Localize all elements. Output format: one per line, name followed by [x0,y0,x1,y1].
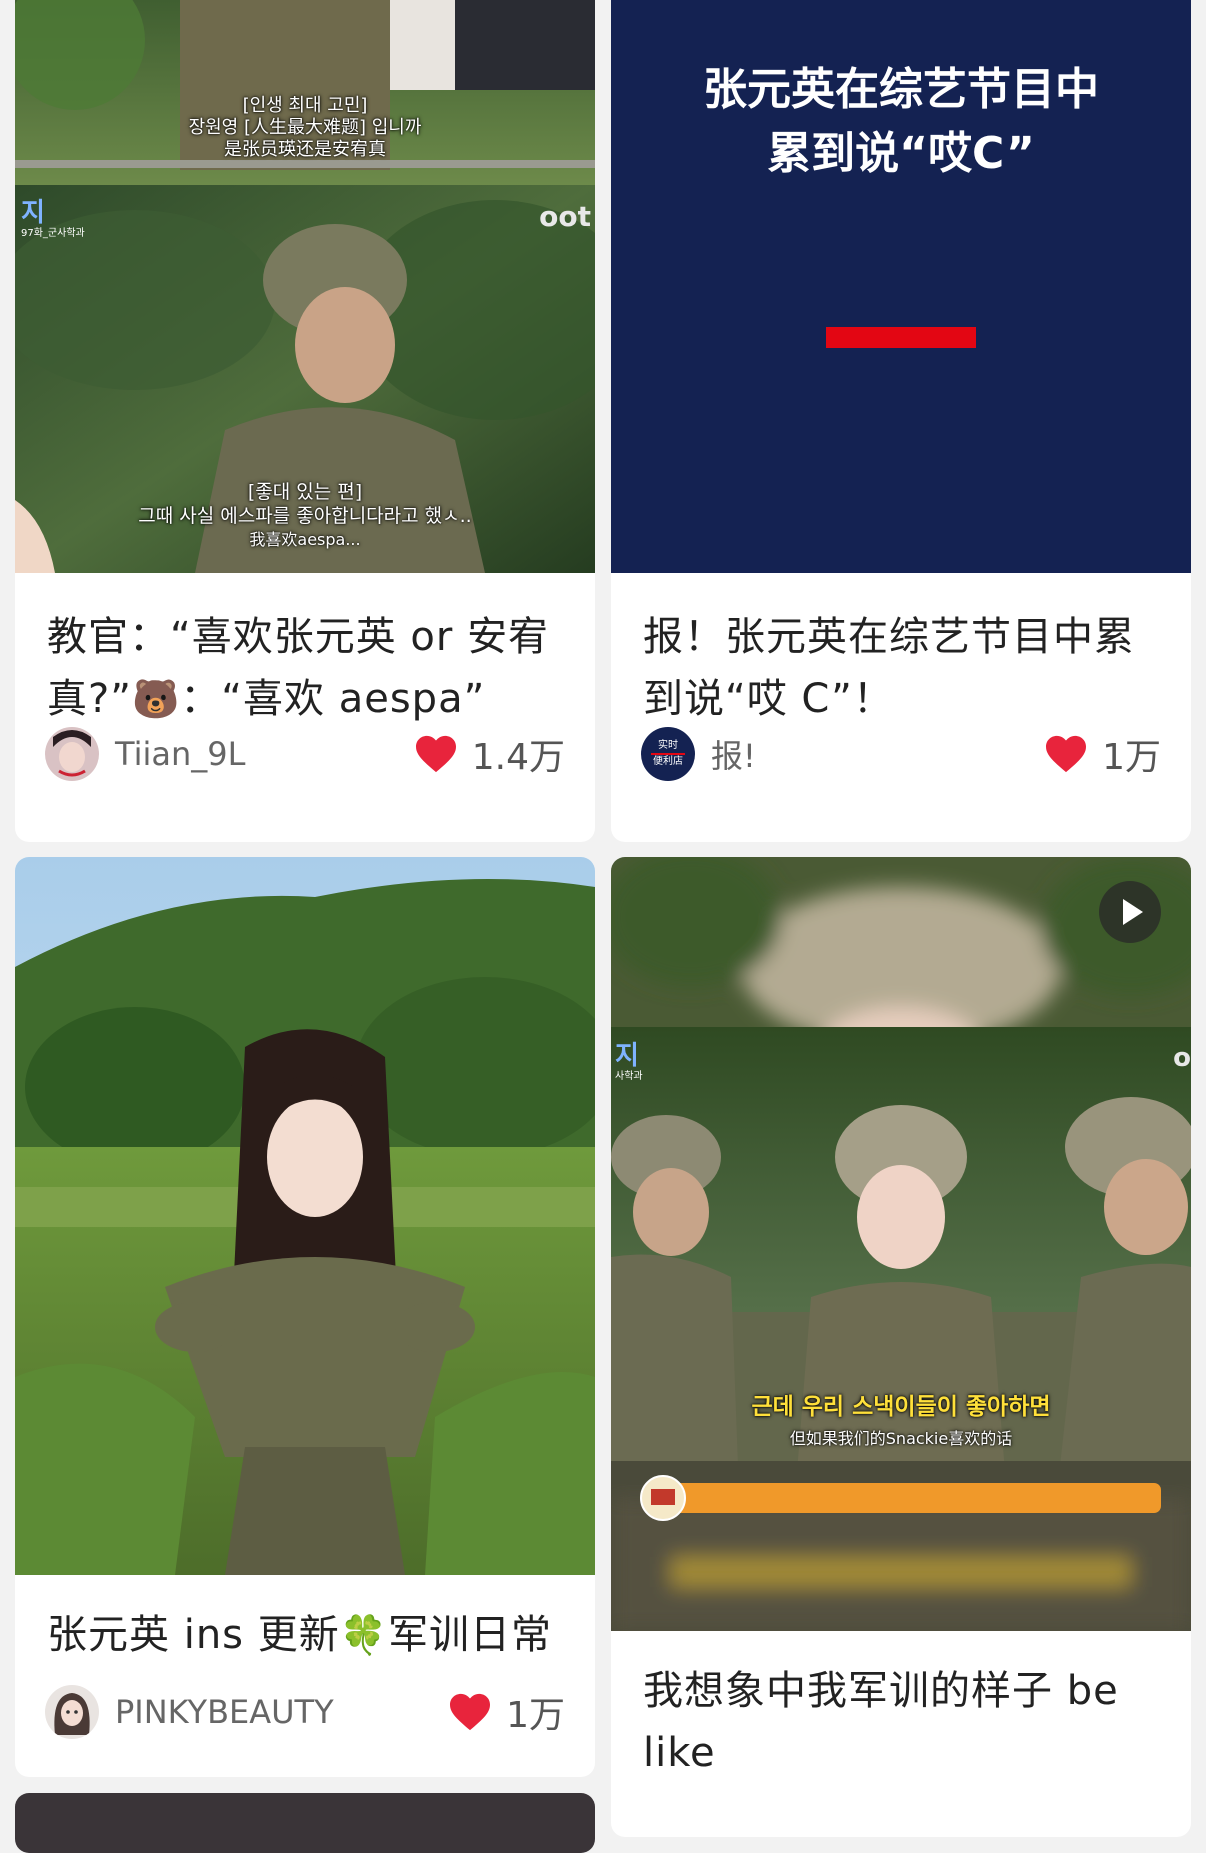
card-2-like-button[interactable]: 1万 [1044,728,1161,780]
card-1-corner-sub: 97화_군사학과 [21,228,85,239]
card-4-title[interactable]: 我想象中我军训的样子 be like [643,1660,1167,1784]
card-2-red-bar [826,327,976,348]
card-1-image[interactable]: [인생 최대 고민] 장원영 [人生最大难题] 입니까 是张员瑛还是安宥真 지 … [15,0,595,573]
heart-icon [415,735,456,773]
card-3-avatar[interactable] [45,1685,99,1739]
heart-icon [450,1693,491,1731]
card-3-title-text-a: 张元英 ins 更新 [47,1612,340,1658]
card-1-author[interactable]: Tiian_9L [115,735,414,773]
card-2-poster-line2: 累到说“哎C” [767,128,1035,179]
play-icon [1123,899,1143,925]
card-3-image[interactable] [15,857,595,1575]
card-1-title[interactable]: 教官：“喜欢张元英 or 安宥真?”🐻：“喜欢 aespa” [47,606,571,730]
card-3-like-count: 1万 [506,1695,565,1736]
card-1-title-text-b: ：“喜欢 aespa” [180,676,486,722]
card-1-caption-bottom-zh: 我喜欢aespa... [249,530,361,549]
feed-card-3[interactable]: 张元英 ins 更新🍀军训日常 PINKYBEAUTY 1万 [15,857,595,1777]
card-2-like-count: 1万 [1102,737,1161,778]
card-1-caption-bottom-ko: [좋대 있는 편] [247,481,363,503]
card-1-avatar[interactable] [45,727,99,781]
card-2-avatar-line1: 实时 [658,740,678,751]
feed-card-5-partial[interactable] [15,1793,595,1853]
card-1-like-button[interactable]: 1.4万 [414,728,565,780]
card-3-image-art [15,857,595,1575]
feed-card-2[interactable]: 张元英在综艺节目中 累到说“哎C” 报！张元英在综艺节目中累到说“哎 C”！ 实… [611,0,1191,842]
card-1-corner-right: oot [539,200,591,233]
card-2-image[interactable]: 张元英在综艺节目中 累到说“哎C” [611,0,1191,573]
heart-icon [1046,735,1087,773]
card-4-caption-zh: 但如果我们的Snackie喜欢的话 [789,1429,1013,1448]
card-4-corner-sub: 사학과 [615,1071,643,1082]
card-3-like-button[interactable]: 1万 [448,1686,565,1738]
card-1-like-count: 1.4万 [471,737,565,778]
card-1-caption-bottom-ko2: 그때 사실 에스파를 좋아합니다라고 했ㅅ.. [138,505,472,527]
card-2-poster-line1: 张元英在综艺节目中 [703,64,1099,115]
card-4-corner-right: o [1173,1043,1191,1073]
card-2-avatar[interactable]: 实时 便利店 [641,727,695,781]
card-4-image-art [611,857,1191,1631]
feed-card-4[interactable]: 지 사학과 o 근데 우리 스낵이들이 좋아하면 但如果我们的Snackie喜欢… [611,857,1191,1837]
card-1-caption-top-ko: [인생 최대 고민] [242,95,368,116]
card-1-caption-top-ko2: 장원영 [人生最大难题] 입니까 [188,117,422,138]
card-4-video-thumbnail[interactable]: 지 사학과 o 근데 우리 스낵이들이 좋아하면 但如果我们的Snackie喜欢… [611,857,1191,1631]
card-3-title[interactable]: 张元英 ins 更新🍀军训日常 [47,1604,571,1666]
play-button[interactable] [1099,881,1161,943]
card-2-avatar-line2: 便利店 [651,753,685,769]
clover-emoji: 🍀 [339,1613,389,1657]
card-1-caption-top-zh: 是张员瑛还是安宥真 [224,139,386,160]
feed-card-1[interactable]: [인생 최대 고민] 장원영 [人生最大难题] 입니까 是张员瑛还是安宥真 지 … [15,0,595,842]
card-2-title[interactable]: 报！张元英在综艺节目中累到说“哎 C”！ [643,606,1167,730]
card-3-author[interactable]: PINKYBEAUTY [115,1693,448,1731]
bear-emoji: 🐻 [131,677,181,721]
card-3-title-text-b: 军训日常 [388,1612,553,1658]
card-4-caption-ko: 근데 우리 스낵이들이 좋아하면 [751,1394,1051,1420]
card-2-author[interactable]: 报! [711,731,1044,777]
